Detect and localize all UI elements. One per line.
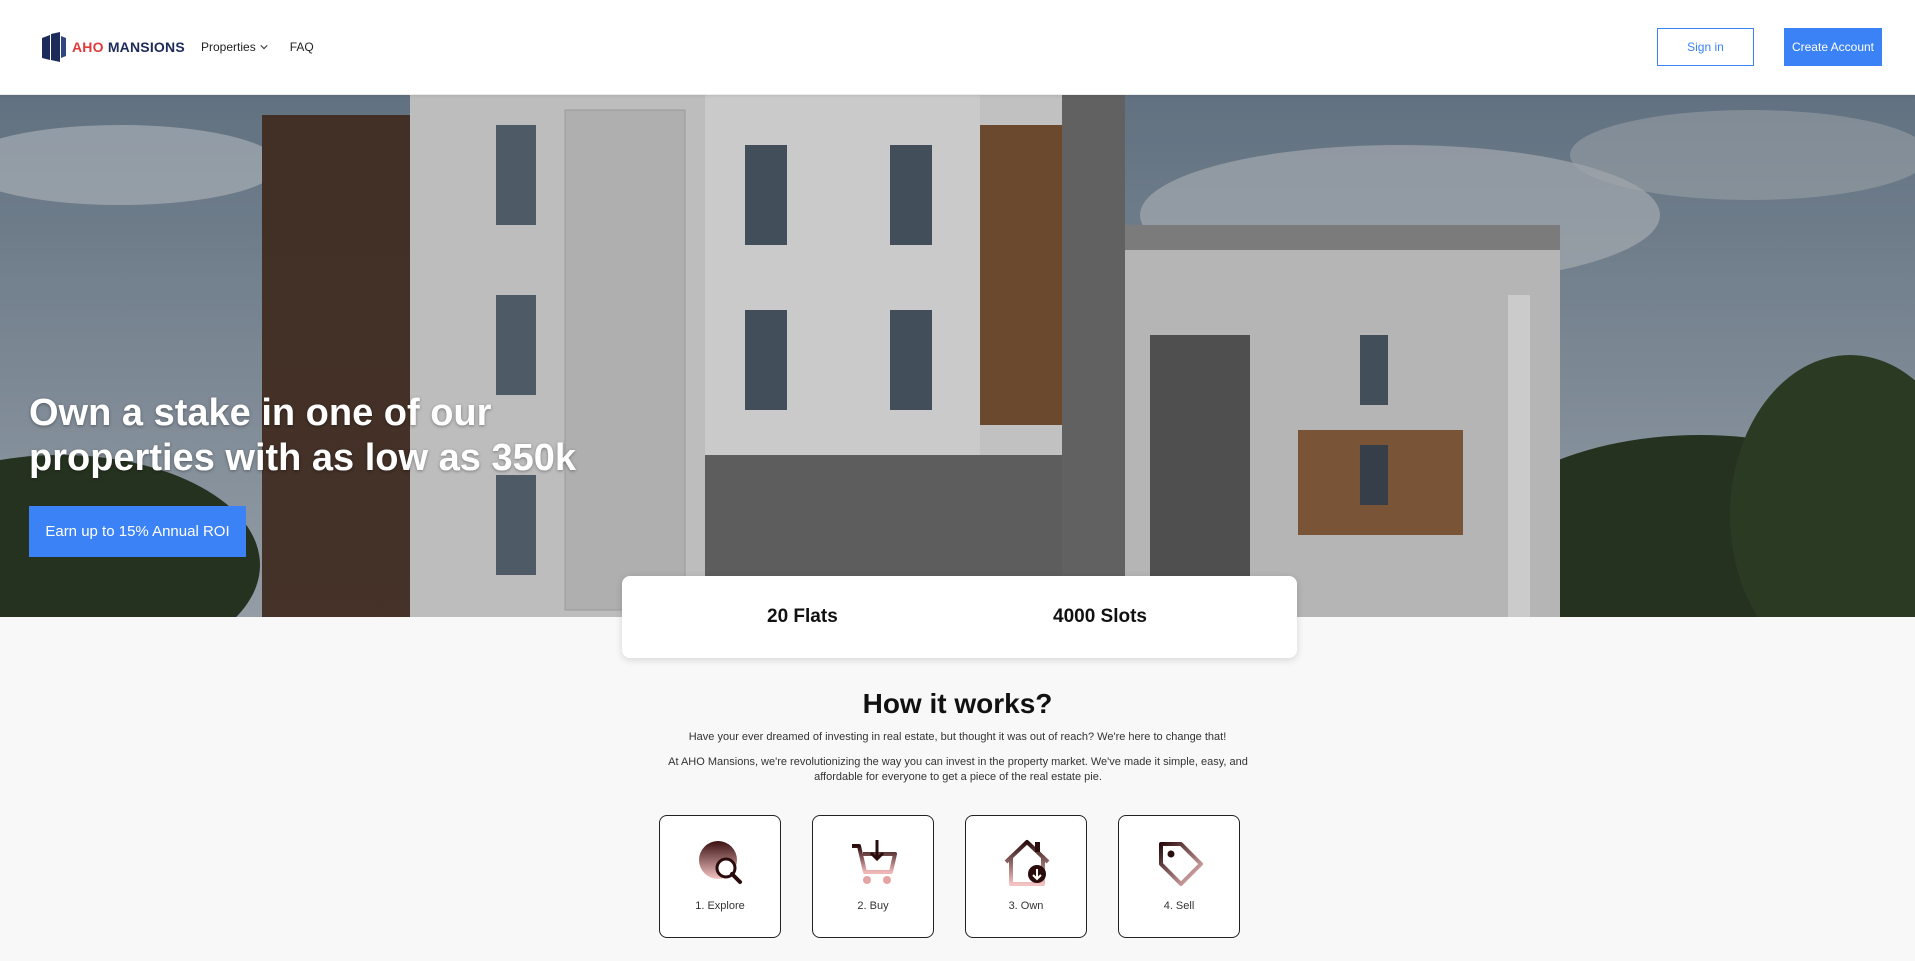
nav-properties[interactable]: Properties xyxy=(201,40,268,54)
how-it-works-description: At AHO Mansions, we're revolutionizing t… xyxy=(668,756,1248,783)
hero-banner: Own a stake in one of our properties wit… xyxy=(0,95,1915,617)
logo-aho: AHO xyxy=(72,39,104,55)
nav-faq-label: FAQ xyxy=(289,40,314,54)
step-sell[interactable]: 4. Sell xyxy=(1118,815,1240,938)
step-explore[interactable]: 1. Explore xyxy=(659,815,781,938)
stat-flats: 20 Flats xyxy=(767,606,838,627)
how-it-works-title: How it works? xyxy=(862,688,1053,719)
tag-icon xyxy=(1159,842,1203,886)
sign-in-button[interactable]: Sign in xyxy=(1657,28,1754,66)
step-buy[interactable]: 2. Buy xyxy=(812,815,934,938)
how-it-works-intro: Have your ever dreamed of investing in r… xyxy=(688,731,1227,743)
property-stats-card: 20 Flats 4000 Slots xyxy=(622,576,1297,658)
top-navbar: AHO MANSIONS Properties FAQ Sign in Crea… xyxy=(0,0,1915,95)
step-explore-label: 1. Explore xyxy=(695,900,745,912)
house-icon xyxy=(1004,840,1050,886)
step-own-label: 3. Own xyxy=(1008,900,1044,912)
logo-building-icon xyxy=(42,32,66,62)
cart-icon xyxy=(852,840,897,884)
step-sell-label: 4. Sell xyxy=(1163,900,1195,912)
explore-icon xyxy=(699,841,742,884)
nav-properties-label: Properties xyxy=(201,40,256,54)
step-own[interactable]: 3. Own xyxy=(965,815,1087,938)
hero-building-image xyxy=(0,95,1915,617)
nav-faq[interactable]: FAQ xyxy=(290,40,314,54)
hero-title: Own a stake in one of our properties wit… xyxy=(29,392,576,479)
logo-mansions: MANSIONS xyxy=(107,39,185,55)
stat-slots: 4000 Slots xyxy=(1053,606,1147,627)
chevron-down-icon xyxy=(260,45,268,50)
roi-cta-button[interactable]: Earn up to 15% Annual ROI xyxy=(29,506,246,557)
step-buy-label: 2. Buy xyxy=(857,900,889,912)
main-nav: Properties FAQ xyxy=(201,40,314,54)
logo[interactable]: AHO MANSIONS xyxy=(40,32,185,62)
create-account-button[interactable]: Create Account xyxy=(1784,28,1882,66)
steps-list: 1. Explore 2. Buy 3. Own 4. Sell xyxy=(659,815,1240,938)
logo-text: AHO MANSIONS xyxy=(72,39,185,55)
